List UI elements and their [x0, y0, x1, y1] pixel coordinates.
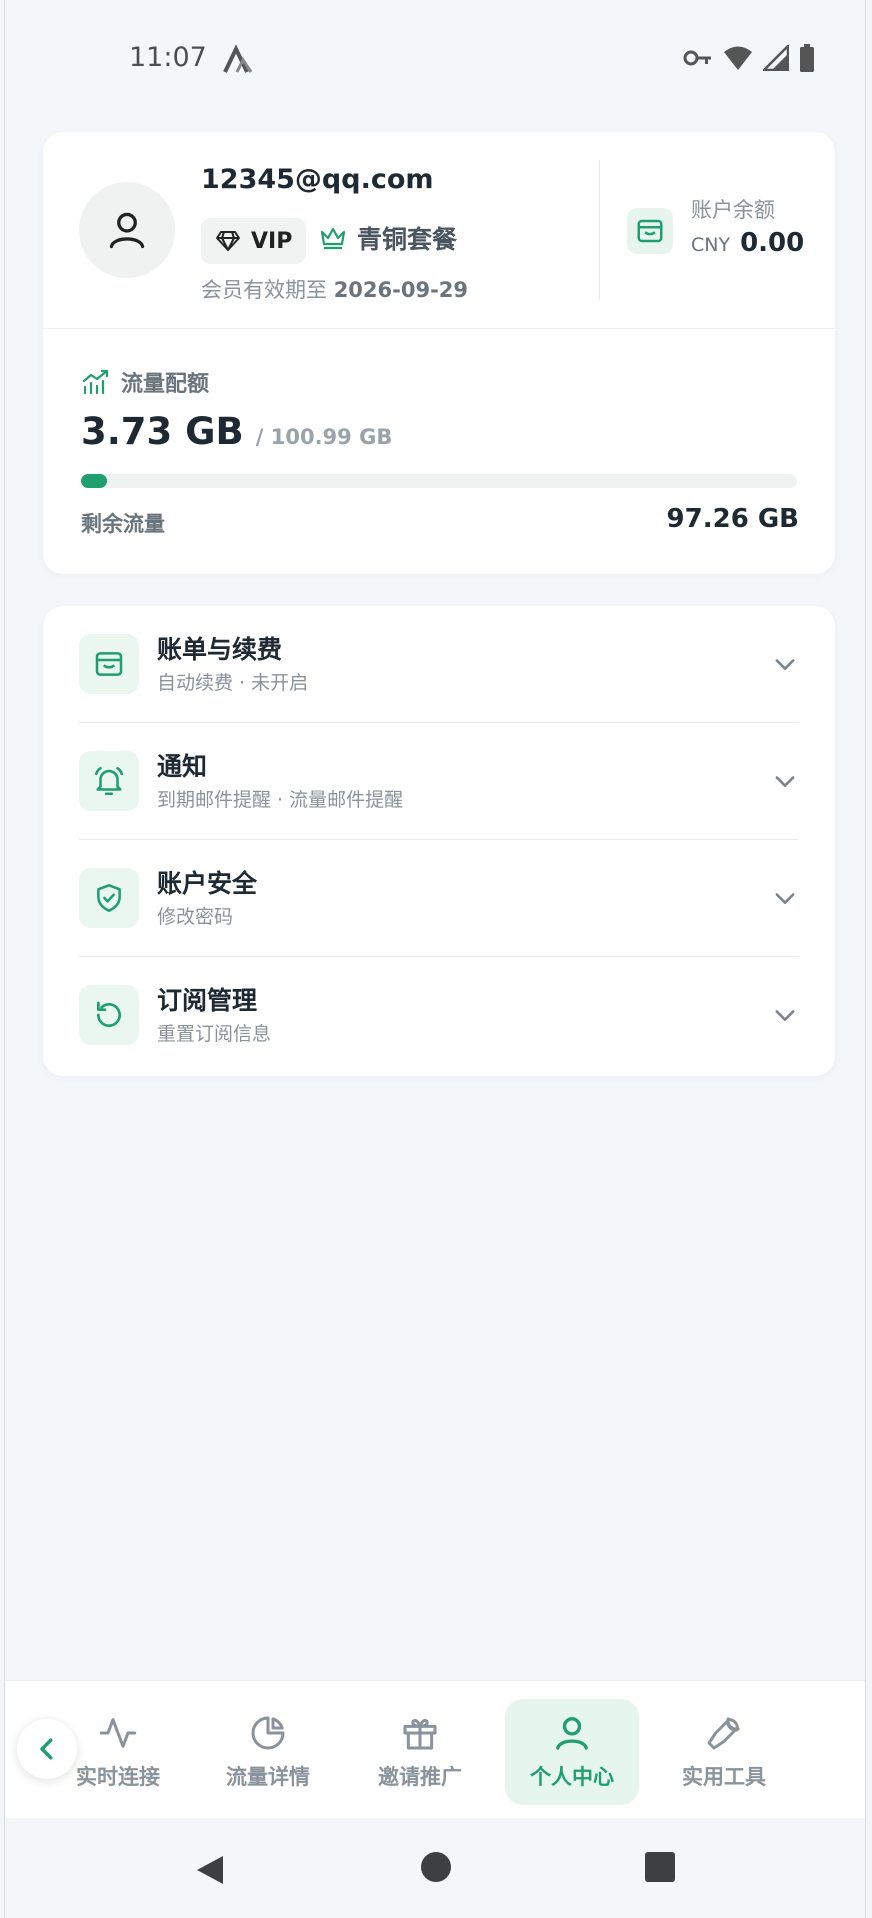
nav-label: 流量详情 [226, 1765, 310, 1789]
bottom-navigation: 实时连接 流量详情 邀请推广 个人中心 实用工具 [5, 1680, 865, 1818]
menu-item-subscription[interactable]: 订阅管理 重置订阅信息 [79, 957, 799, 1074]
horizontal-divider [43, 328, 835, 329]
user-email: 12345@qq.com [201, 164, 434, 195]
balance-label: 账户余额 [691, 198, 775, 222]
nav-tab-tools[interactable]: 实用工具 [657, 1699, 791, 1805]
balance-currency: CNY [691, 234, 731, 256]
balance-value: CNY 0.00 [691, 228, 804, 258]
system-back-icon[interactable] [195, 1854, 225, 1886]
menu-title: 账户安全 [157, 869, 258, 898]
nav-label: 实时连接 [76, 1765, 160, 1789]
crown-icon [320, 227, 346, 250]
battery-icon [800, 44, 814, 72]
wifi-icon [724, 46, 752, 70]
user-icon [556, 1717, 588, 1750]
nav-tab-traffic[interactable]: 流量详情 [201, 1699, 335, 1805]
nav-label: 邀请推广 [378, 1765, 462, 1789]
app-logo-icon [223, 44, 253, 73]
menu-icon-box [79, 868, 139, 928]
system-recents-icon[interactable] [645, 1852, 675, 1882]
menu-icon-box [79, 985, 139, 1045]
nav-scroll-back-button[interactable] [17, 1719, 77, 1779]
menu-subtitle: 到期邮件提醒 · 流量邮件提醒 [157, 789, 404, 811]
menu-title: 账单与续费 [157, 635, 283, 664]
status-time: 11:07 [129, 42, 207, 73]
plan-badge: 青铜套餐 [319, 220, 457, 256]
chevron-down-icon[interactable] [771, 1001, 799, 1029]
menu-icon-box [79, 634, 139, 694]
chevron-down-icon[interactable] [771, 767, 799, 795]
traffic-progress-bar [81, 474, 797, 488]
signal-icon [763, 45, 789, 71]
menu-subtitle: 自动续费 · 未开启 [157, 672, 309, 694]
wrench-icon [707, 1717, 740, 1750]
vip-label: VIP [251, 228, 293, 254]
menu-item-security[interactable]: 账户安全 修改密码 [79, 840, 799, 957]
expiry-prefix: 会员有效期至 [201, 278, 327, 302]
traffic-usage: 3.73 GB / 100.99 GB [81, 410, 392, 453]
vpn-key-icon [683, 50, 711, 66]
traffic-used-value: 3.73 GB [81, 410, 244, 453]
traffic-title-label: 流量配额 [121, 372, 210, 397]
nav-tab-profile[interactable]: 个人中心 [505, 1699, 639, 1805]
status-icons [683, 44, 815, 72]
menu-subtitle: 修改密码 [157, 906, 234, 928]
diamond-icon [216, 231, 240, 251]
avatar[interactable] [79, 182, 175, 278]
plan-name: 青铜套餐 [357, 225, 458, 254]
menu-icon-box [79, 751, 139, 811]
system-home-icon[interactable] [421, 1852, 451, 1882]
menu-item-notifications[interactable]: 通知 到期邮件提醒 · 流量邮件提醒 [79, 723, 799, 840]
nav-label: 实用工具 [682, 1765, 766, 1789]
app-frame: 11:07 12345@qq.com VIP 青铜套餐 会员有效期至 2026-… [4, 0, 866, 1918]
activity-icon [99, 1718, 137, 1748]
vip-badge: VIP [201, 218, 307, 264]
wallet-icon [95, 652, 123, 676]
remaining-traffic-value: 97.26 GB [666, 504, 799, 534]
gift-icon [403, 1718, 437, 1750]
profile-card: 12345@qq.com VIP 青铜套餐 会员有效期至 2026-09-29 [43, 132, 835, 574]
menu-title: 订阅管理 [157, 986, 258, 1015]
traffic-quota-title: 流量配额 [81, 366, 209, 398]
membership-expiry: 会员有效期至 2026-09-29 [201, 274, 468, 304]
chart-trend-icon [82, 369, 109, 395]
bell-icon [94, 766, 124, 796]
vertical-divider [599, 160, 600, 300]
menu-item-billing[interactable]: 账单与续费 自动续费 · 未开启 [79, 606, 799, 723]
expiry-date: 2026-09-29 [333, 278, 469, 302]
pie-chart-icon [251, 1716, 285, 1750]
system-navigation-bar [5, 1818, 865, 1918]
nav-label: 个人中心 [530, 1765, 614, 1789]
user-icon [109, 212, 145, 249]
remaining-traffic-label: 剩余流量 [81, 512, 165, 536]
menu-title: 通知 [157, 752, 208, 781]
nav-tab-invite[interactable]: 邀请推广 [353, 1699, 487, 1805]
wallet-icon [637, 219, 663, 243]
menu-subtitle: 重置订阅信息 [157, 1023, 272, 1045]
balance-icon-box [627, 208, 673, 254]
chevron-down-icon[interactable] [771, 884, 799, 912]
shield-check-icon [97, 884, 121, 912]
traffic-total-value: / 100.99 GB [255, 425, 393, 449]
status-bar: 11:07 [5, 0, 865, 120]
chevron-down-icon[interactable] [771, 650, 799, 678]
refresh-icon [97, 1001, 121, 1027]
chevron-left-icon [40, 1738, 53, 1760]
settings-menu-card: 账单与续费 自动续费 · 未开启 通知 到期邮件提醒 · 流量邮件提醒 账户安全… [43, 606, 835, 1076]
balance-amount: 0.00 [740, 228, 805, 258]
traffic-progress-fill [81, 474, 108, 488]
